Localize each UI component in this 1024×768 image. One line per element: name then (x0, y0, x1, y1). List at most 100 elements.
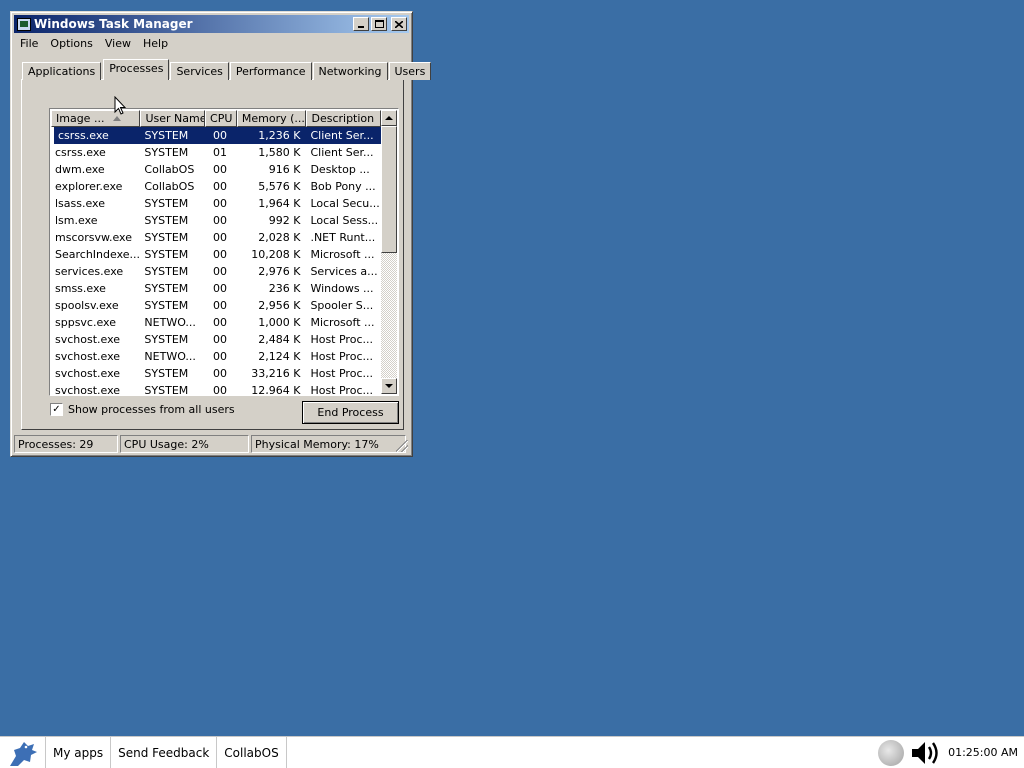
minimize-button[interactable] (353, 17, 369, 31)
table-row[interactable]: svchost.exe SYSTEM 00 33,216 K Host Proc... (51, 365, 381, 382)
scroll-down-button[interactable] (381, 378, 397, 394)
end-process-button[interactable]: End Process (302, 401, 399, 424)
tab-networking[interactable]: Networking (312, 62, 388, 80)
column-image-name-label: Image ... (56, 112, 105, 125)
cell-image-name: sppsvc.exe (55, 316, 116, 329)
process-list[interactable]: Image ... User Name CPU Memory (... Desc… (49, 108, 399, 396)
table-row[interactable]: spoolsv.exe SYSTEM 00 2,956 K Spooler S... (51, 297, 381, 314)
column-user-name[interactable]: User Name (140, 110, 206, 127)
cell-description: Spooler S... (310, 299, 374, 312)
table-row[interactable]: SearchIndexe... SYSTEM 00 10,208 K Microsoft… (51, 246, 381, 263)
show-all-users-option[interactable]: ✓ Show processes from all users (50, 403, 235, 416)
tab-performance[interactable]: Performance (229, 62, 312, 80)
cell-description: Microsoft ... (310, 248, 375, 261)
cell-user-name: SYSTEM (144, 299, 189, 312)
cell-image-name: smss.exe (55, 282, 106, 295)
table-row[interactable]: lsass.exe SYSTEM 00 1,964 K Local Secu... (51, 195, 381, 212)
cell-cpu: 00 (213, 163, 228, 176)
table-row[interactable]: svchost.exe SYSTEM 00 12,964 K Host Proc... (51, 382, 381, 394)
table-row[interactable]: dwm.exe CollabOS 00 916 K Desktop ... (51, 161, 381, 178)
cell-memory: 10,208 K (251, 248, 301, 261)
cell-description: Local Secu... (310, 197, 380, 210)
taskbar-collabos[interactable]: CollabOS (217, 736, 287, 768)
cell-description: Services a... (310, 265, 378, 278)
table-row[interactable]: svchost.exe NETWO... 00 2,124 K Host Proc... (51, 348, 381, 365)
scroll-up-button[interactable] (381, 110, 397, 126)
cell-user-name: SYSTEM (144, 367, 189, 380)
cell-description: Bob Pony ... (310, 180, 376, 193)
arrow-down-icon (385, 384, 393, 388)
vertical-scrollbar[interactable] (381, 110, 397, 394)
start-button[interactable] (0, 736, 46, 768)
title-bar[interactable]: Windows Task Manager (14, 15, 409, 33)
show-all-users-checkbox[interactable]: ✓ (50, 403, 63, 416)
process-list-header: Image ... User Name CPU Memory (... Desc… (51, 110, 381, 127)
tab-services[interactable]: Services (170, 62, 229, 80)
table-row[interactable]: csrss.exe SYSTEM 01 1,580 K Client Ser... (51, 144, 381, 161)
tab-applications[interactable]: Applications (22, 62, 102, 80)
cell-memory: 2,028 K (258, 231, 301, 244)
cell-user-name: SYSTEM (144, 282, 189, 295)
cell-cpu: 00 (213, 248, 228, 261)
menu-help[interactable]: Help (137, 37, 174, 50)
cell-image-name: services.exe (55, 265, 124, 278)
tab-users[interactable]: Users (388, 62, 432, 80)
table-row[interactable]: csrss.exe SYSTEM 00 1,236 K Client Ser... (54, 127, 381, 144)
cell-image-name: svchost.exe (55, 384, 121, 394)
arrow-up-icon (385, 116, 393, 120)
scroll-thumb[interactable] (381, 126, 397, 253)
cell-memory: 1,964 K (258, 197, 301, 210)
table-row[interactable]: sppsvc.exe NETWO... 00 1,000 K Microsoft ... (51, 314, 381, 331)
close-button[interactable] (391, 17, 407, 31)
cell-cpu: 00 (213, 282, 228, 295)
cell-image-name: csrss.exe (58, 129, 109, 142)
clock: 01:25:00 AM (948, 746, 1018, 759)
table-row[interactable]: lsm.exe SYSTEM 00 992 K Local Sess... (51, 212, 381, 229)
taskbar-my-apps[interactable]: My apps (46, 736, 112, 768)
tab-strip: Applications Processes Services Performa… (22, 59, 432, 80)
menu-view[interactable]: View (99, 37, 137, 50)
cell-image-name: lsm.exe (55, 214, 98, 227)
cell-user-name: SYSTEM (144, 129, 189, 142)
volume-icon[interactable] (910, 738, 944, 768)
cell-description: Host Proc... (310, 367, 373, 380)
column-description[interactable]: Description (306, 110, 381, 127)
column-cpu[interactable]: CPU (205, 110, 237, 127)
cell-memory: 1,236 K (258, 129, 301, 142)
cell-image-name: svchost.exe (55, 367, 121, 380)
process-list-body: Image ... User Name CPU Memory (... Desc… (51, 110, 381, 394)
cell-memory: 236 K (268, 282, 301, 295)
cell-cpu: 00 (213, 231, 228, 244)
process-rows: csrss.exe SYSTEM 00 1,236 K Client Ser... csr… (51, 127, 381, 394)
cell-image-name: explorer.exe (55, 180, 123, 193)
resize-grip-icon[interactable] (396, 440, 408, 452)
maximize-button[interactable] (371, 17, 387, 31)
column-image-name[interactable]: Image ... (51, 110, 141, 127)
close-icon (395, 20, 403, 28)
table-row[interactable]: smss.exe SYSTEM 00 236 K Windows ... (51, 280, 381, 297)
network-globe-icon[interactable] (878, 739, 905, 766)
cell-image-name: svchost.exe (55, 350, 121, 363)
cell-description: Local Sess... (310, 214, 379, 227)
menu-file[interactable]: File (14, 37, 44, 50)
status-bar: Processes: 29 CPU Usage: 2% Physical Mem… (14, 435, 409, 453)
cell-description: Host Proc... (310, 384, 373, 394)
status-cpu-usage: CPU Usage: 2% (120, 435, 249, 453)
tab-processes[interactable]: Processes (103, 59, 170, 80)
table-row[interactable]: services.exe SYSTEM 00 2,976 K Services a... (51, 263, 381, 280)
cell-memory: 992 K (268, 214, 301, 227)
table-row[interactable]: svchost.exe SYSTEM 00 2,484 K Host Proc... (51, 331, 381, 348)
cell-memory: 2,976 K (258, 265, 301, 278)
taskbar: My apps Send Feedback CollabOS 01:25:00 … (0, 736, 1024, 768)
cell-description: Microsoft ... (310, 316, 375, 329)
show-all-users-label: Show processes from all users (68, 403, 235, 416)
mouse-cursor-icon (114, 96, 126, 115)
taskbar-send-feedback[interactable]: Send Feedback (111, 736, 218, 768)
cell-memory: 33,216 K (251, 367, 301, 380)
processes-panel: Image ... User Name CPU Memory (... Desc… (21, 79, 404, 430)
cell-user-name: NETWO... (144, 350, 196, 363)
table-row[interactable]: mscorsvw.exe SYSTEM 00 2,028 K .NET Runt... (51, 229, 381, 246)
menu-options[interactable]: Options (44, 37, 98, 50)
column-memory[interactable]: Memory (... (236, 110, 307, 127)
table-row[interactable]: explorer.exe CollabOS 00 5,576 K Bob Pony ..… (51, 178, 381, 195)
